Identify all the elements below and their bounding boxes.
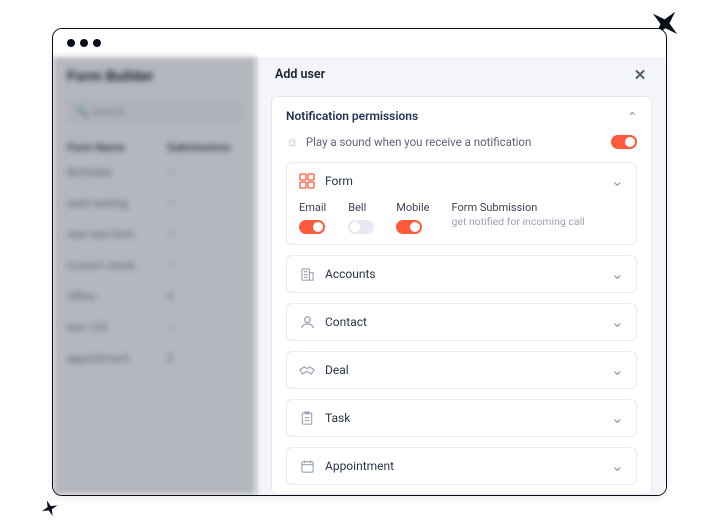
- sound-sun-icon: ☼: [286, 133, 299, 150]
- permission-group-accounts[interactable]: Accounts ⌄: [286, 255, 637, 293]
- play-sound-label: Play a sound when you receive a notifica…: [306, 135, 531, 149]
- form-icon: [299, 173, 315, 189]
- app-window: Form Builder 🔍 Search Form Name Submissi…: [52, 28, 667, 496]
- task-icon: [299, 410, 315, 426]
- chevron-down-icon: ⌄: [611, 269, 624, 279]
- section-title: Notification permissions: [286, 109, 418, 123]
- permission-group-appointment[interactable]: Appointment ⌄: [286, 447, 637, 485]
- chevron-up-icon[interactable]: ⌃: [628, 110, 637, 123]
- appointment-icon: [299, 458, 315, 474]
- permission-group-deal[interactable]: Deal ⌄: [286, 351, 637, 389]
- table-row: custom check—: [67, 259, 242, 272]
- form-submission-label: Form Submission: [451, 201, 584, 214]
- chevron-down-icon: ⌄: [611, 176, 624, 186]
- search-input[interactable]: 🔍 Search: [67, 99, 242, 123]
- channel-label-mobile: Mobile: [396, 201, 429, 214]
- window-titlebar: [53, 29, 666, 57]
- permission-title: Deal: [325, 363, 349, 377]
- table-row: radio testing—: [67, 197, 242, 210]
- permission-group-form: Form ⌄ Email Bell: [286, 162, 637, 245]
- chevron-down-icon: ⌄: [611, 317, 624, 327]
- add-user-panel: Add user ✕ Notification permissions ⌃ ☼ …: [256, 57, 666, 495]
- deal-icon: [299, 362, 315, 378]
- accounts-icon: [299, 266, 315, 282]
- play-sound-toggle[interactable]: [611, 135, 637, 149]
- table-row: test 123—: [67, 321, 242, 334]
- window-dot-icon: [80, 39, 88, 47]
- permission-title: Task: [325, 411, 350, 425]
- table-row: appointment3: [67, 352, 242, 365]
- table-row: new test form—: [67, 228, 242, 241]
- mobile-toggle[interactable]: [396, 220, 422, 234]
- email-toggle[interactable]: [299, 220, 325, 234]
- permission-title: Form: [325, 174, 353, 188]
- decoration-sparkle-small-icon: [37, 496, 63, 522]
- panel-title: Add user: [275, 67, 325, 82]
- chevron-down-icon: ⌄: [611, 365, 624, 375]
- bell-toggle[interactable]: [348, 220, 374, 234]
- form-submission-desc: get notified for incoming call: [451, 216, 584, 229]
- close-icon[interactable]: ✕: [630, 65, 650, 85]
- permission-group-contact[interactable]: Contact ⌄: [286, 303, 637, 341]
- contact-icon: [299, 314, 315, 330]
- window-dot-icon: [67, 39, 75, 47]
- permission-title: Appointment: [325, 459, 394, 473]
- chevron-down-icon: ⌄: [611, 461, 624, 471]
- table-row: Birthdate—: [67, 166, 242, 179]
- window-dot-icon: [93, 39, 101, 47]
- permission-header-form[interactable]: Form ⌄: [287, 163, 636, 199]
- permission-title: Accounts: [325, 267, 376, 281]
- channel-label-email: Email: [299, 201, 326, 214]
- chevron-down-icon: ⌄: [611, 413, 624, 423]
- background-form-builder: Form Builder 🔍 Search Form Name Submissi…: [53, 57, 256, 495]
- permission-title: Contact: [325, 315, 367, 329]
- channel-label-bell: Bell: [348, 201, 374, 214]
- page-title: Form Builder: [67, 67, 242, 85]
- table-row: Office2: [67, 290, 242, 303]
- permission-group-task[interactable]: Task ⌄: [286, 399, 637, 437]
